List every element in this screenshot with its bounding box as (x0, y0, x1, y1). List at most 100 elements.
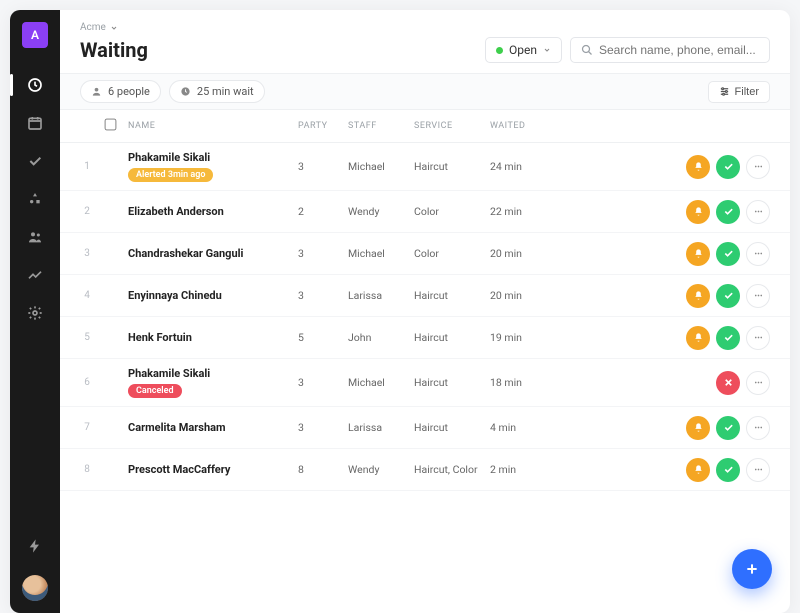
col-party: PARTY (298, 121, 348, 131)
cell-service: Haircut (414, 160, 490, 173)
table-row[interactable]: 5Henk Fortuin5JohnHaircut19 min (60, 317, 790, 359)
user-avatar[interactable] (22, 575, 48, 601)
table-row[interactable]: 2Elizabeth Anderson2WendyColor22 min (60, 191, 790, 233)
cell-waited: 20 min (490, 247, 560, 260)
nav-services[interactable] (10, 180, 60, 218)
nav-settings[interactable] (10, 294, 60, 332)
status-dot-icon (496, 47, 503, 54)
users-icon (27, 229, 43, 245)
waitlist-table: NAME PARTY STAFF SERVICE WAITED 1Phakami… (60, 110, 790, 491)
status-label: Open (509, 43, 537, 57)
table-header: NAME PARTY STAFF SERVICE WAITED (60, 110, 790, 143)
cell-service: Haircut (414, 331, 490, 344)
serve-button[interactable] (716, 242, 740, 266)
breadcrumb-org: Acme (80, 22, 106, 33)
search-box[interactable] (570, 37, 770, 63)
table-row[interactable]: 3Chandrashekar Ganguli3MichaelColor20 mi… (60, 233, 790, 275)
breadcrumb[interactable]: Acme (80, 22, 118, 33)
more-button[interactable] (746, 284, 770, 308)
nav-power[interactable] (10, 527, 60, 565)
cell-party: 8 (298, 463, 348, 476)
row-actions (660, 155, 770, 179)
cell-name: Enyinnaya Chinedu (128, 289, 298, 302)
chevron-down-icon (110, 24, 118, 32)
col-waited: WAITED (490, 121, 560, 131)
sidebar: A (10, 10, 60, 613)
status-badge: Canceled (128, 384, 182, 398)
cell-name: Phakamile SikaliCanceled (128, 367, 298, 398)
calendar-icon (27, 115, 43, 131)
alert-button[interactable] (686, 416, 710, 440)
cell-staff: John (348, 331, 414, 344)
row-actions (660, 326, 770, 350)
cell-service: Color (414, 247, 490, 260)
row-number: 8 (70, 464, 104, 475)
row-actions (660, 416, 770, 440)
table-row[interactable]: 1Phakamile SikaliAlerted 3min ago3Michae… (60, 143, 790, 191)
alert-button[interactable] (686, 200, 710, 224)
table-row[interactable]: 6Phakamile SikaliCanceled3MichaelHaircut… (60, 359, 790, 407)
more-button[interactable] (746, 416, 770, 440)
row-number: 5 (70, 332, 104, 343)
clock-icon (27, 77, 43, 93)
select-all-checkbox[interactable] (105, 119, 117, 131)
cell-waited: 24 min (490, 160, 560, 173)
page-title: Waiting (80, 38, 148, 62)
row-number: 6 (70, 377, 104, 388)
nav-customers[interactable] (10, 218, 60, 256)
alert-button[interactable] (686, 155, 710, 179)
alert-button[interactable] (686, 284, 710, 308)
cell-party: 3 (298, 421, 348, 434)
plus-icon (744, 561, 760, 577)
trend-icon (27, 267, 43, 283)
cell-waited: 4 min (490, 421, 560, 434)
cell-service: Haircut, Color (414, 463, 490, 476)
row-number: 3 (70, 248, 104, 259)
cell-waited: 20 min (490, 289, 560, 302)
row-actions (660, 242, 770, 266)
nav-waitlist[interactable] (10, 66, 60, 104)
status-badge: Alerted 3min ago (128, 168, 213, 182)
serve-button[interactable] (716, 200, 740, 224)
table-row[interactable]: 8Prescott MacCaffery8WendyHaircut, Color… (60, 449, 790, 491)
serve-button[interactable] (716, 326, 740, 350)
col-staff: STAFF (348, 121, 414, 131)
more-button[interactable] (746, 458, 770, 482)
cell-name: Chandrashekar Ganguli (128, 247, 298, 260)
cell-service: Haircut (414, 289, 490, 302)
alert-button[interactable] (686, 326, 710, 350)
chevron-down-icon (543, 46, 551, 54)
app-logo[interactable]: A (22, 22, 48, 48)
alert-button[interactable] (686, 242, 710, 266)
cell-service: Haircut (414, 376, 490, 389)
more-button[interactable] (746, 326, 770, 350)
table-row[interactable]: 7Carmelita Marsham3LarissaHaircut4 min (60, 407, 790, 449)
serve-button[interactable] (716, 284, 740, 308)
search-input[interactable] (599, 43, 759, 57)
more-button[interactable] (746, 155, 770, 179)
more-button[interactable] (746, 200, 770, 224)
filter-button[interactable]: Filter (708, 81, 770, 103)
nav-analytics[interactable] (10, 256, 60, 294)
more-button[interactable] (746, 371, 770, 395)
cell-party: 5 (298, 331, 348, 344)
cell-staff: Michael (348, 376, 414, 389)
serve-button[interactable] (716, 458, 740, 482)
cancel-button[interactable] (716, 371, 740, 395)
table-row[interactable]: 4Enyinnaya Chinedu3LarissaHaircut20 min (60, 275, 790, 317)
search-icon (581, 44, 593, 56)
cell-waited: 2 min (490, 463, 560, 476)
serve-button[interactable] (716, 416, 740, 440)
row-actions (660, 284, 770, 308)
serve-button[interactable] (716, 155, 740, 179)
more-button[interactable] (746, 242, 770, 266)
add-fab[interactable] (732, 549, 772, 589)
row-number: 7 (70, 422, 104, 433)
nav-tasks[interactable] (10, 142, 60, 180)
cell-name: Prescott MacCaffery (128, 463, 298, 476)
alert-button[interactable] (686, 458, 710, 482)
cell-party: 3 (298, 289, 348, 302)
cell-name: Elizabeth Anderson (128, 205, 298, 218)
nav-calendar[interactable] (10, 104, 60, 142)
status-dropdown[interactable]: Open (485, 37, 562, 63)
